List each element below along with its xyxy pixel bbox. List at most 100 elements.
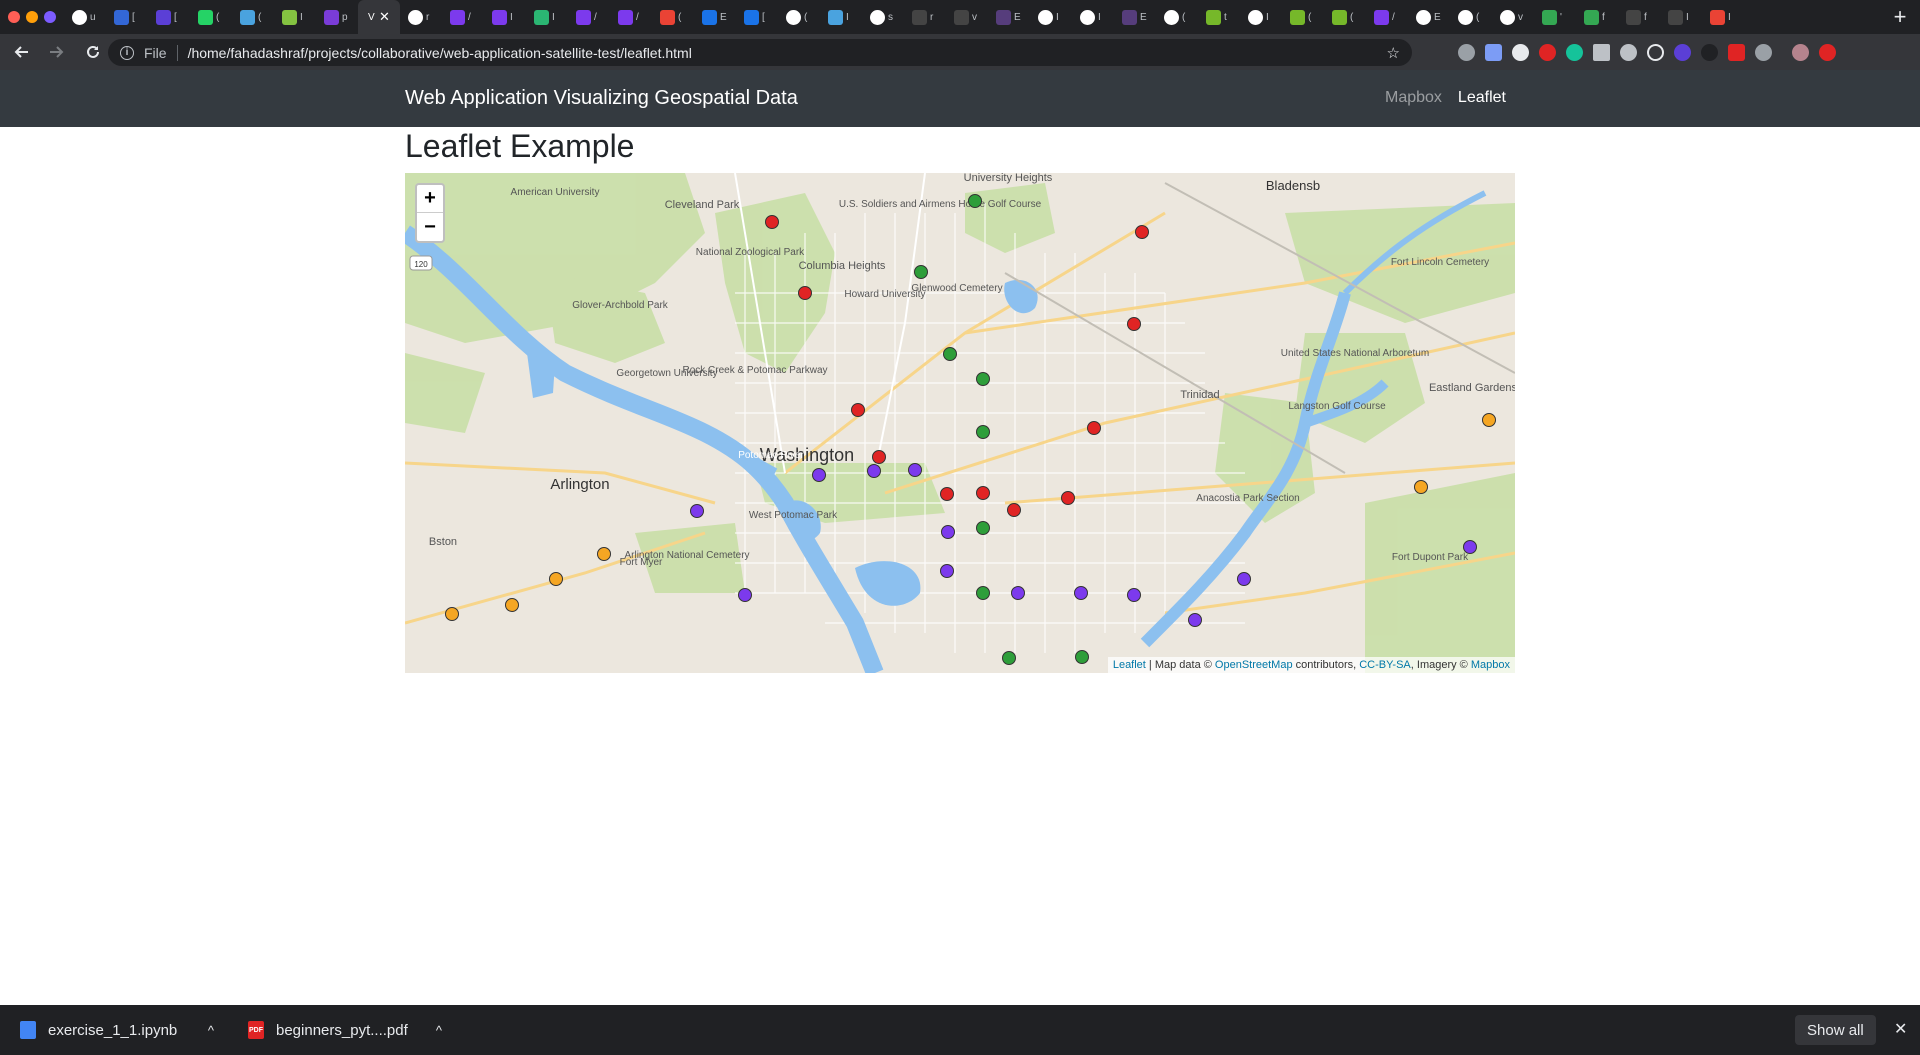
site-brand[interactable]: Web Application Visualizing Geospatial D… [405, 87, 798, 110]
map-marker[interactable] [1087, 421, 1101, 435]
avatar[interactable] [1792, 43, 1809, 61]
browser-tab[interactable]: E [988, 0, 1030, 34]
map-marker[interactable] [1061, 491, 1075, 505]
browser-tab[interactable]: ( [232, 0, 274, 34]
browser-tab[interactable]: ( [1450, 0, 1492, 34]
map-marker[interactable] [941, 525, 955, 539]
browser-tab[interactable]: I [526, 0, 568, 34]
map-marker[interactable] [812, 468, 826, 482]
browser-tab[interactable]: [ [106, 0, 148, 34]
browser-tab[interactable]: ( [1282, 0, 1324, 34]
browser-tab[interactable]: E [1408, 0, 1450, 34]
mapbox-link[interactable]: Mapbox [1471, 659, 1510, 671]
map-marker[interactable] [940, 487, 954, 501]
map-marker[interactable] [1127, 317, 1141, 331]
map-marker[interactable] [445, 607, 459, 621]
map-marker[interactable] [1463, 540, 1477, 554]
map-marker[interactable] [1127, 588, 1141, 602]
map-marker[interactable] [597, 547, 611, 561]
browser-tab[interactable]: u [64, 0, 106, 34]
map-marker[interactable] [1002, 651, 1016, 665]
browser-tab[interactable]: p [316, 0, 358, 34]
map-marker[interactable] [1414, 480, 1428, 494]
browser-tab[interactable]: I [1660, 0, 1702, 34]
pen-extension-icon[interactable] [1485, 43, 1502, 61]
browser-tab[interactable]: / [568, 0, 610, 34]
red-extension-icon[interactable] [1728, 43, 1745, 61]
map-marker[interactable] [798, 286, 812, 300]
close-icon[interactable]: ✕ [1894, 1019, 1907, 1039]
browser-tab[interactable]: E [694, 0, 736, 34]
map-marker[interactable] [1075, 650, 1089, 664]
browser-tab[interactable]: / [1366, 0, 1408, 34]
grammarly-extension-icon[interactable] [1566, 43, 1583, 61]
map-marker[interactable] [1482, 413, 1496, 427]
browser-tab[interactable]: V ✕ [358, 0, 400, 34]
browser-tab[interactable]: ' [1534, 0, 1576, 34]
browser-tab[interactable]: [ [736, 0, 778, 34]
download-item[interactable]: PDF beginners_pyt....pdf ^ [228, 1005, 456, 1055]
browser-tab[interactable]: r [904, 0, 946, 34]
map-marker[interactable] [872, 450, 886, 464]
map-marker[interactable] [976, 372, 990, 386]
browser-tab[interactable]: / [610, 0, 652, 34]
browser-tab[interactable]: f [1576, 0, 1618, 34]
cube-extension-icon[interactable] [1593, 43, 1610, 61]
leaflet-link[interactable]: Leaflet [1113, 659, 1146, 671]
browser-tab[interactable]: s [862, 0, 904, 34]
info-icon[interactable]: i [120, 45, 134, 60]
osm-link[interactable]: OpenStreetMap [1215, 659, 1293, 671]
map-marker[interactable] [738, 588, 752, 602]
close-window-dot[interactable] [8, 11, 20, 23]
download-item[interactable]: exercise_1_1.ipynb ^ [0, 1005, 228, 1055]
map-marker[interactable] [943, 347, 957, 361]
minimize-window-dot[interactable] [26, 11, 38, 23]
forward-button[interactable] [42, 37, 72, 67]
map-marker[interactable] [914, 265, 928, 279]
map-marker[interactable] [1135, 225, 1149, 239]
chevron-up-icon[interactable]: ^ [436, 1023, 442, 1038]
nav-link-mapbox[interactable]: Mapbox [1385, 89, 1442, 107]
browser-tab[interactable]: I [274, 0, 316, 34]
map-marker[interactable] [1237, 572, 1251, 586]
browser-tab[interactable]: f [1618, 0, 1660, 34]
map-marker[interactable] [867, 464, 881, 478]
browser-tab[interactable]: [ [148, 0, 190, 34]
puzzle-extension-icon[interactable] [1755, 43, 1772, 61]
map-marker[interactable] [1188, 613, 1202, 627]
map-marker[interactable] [940, 564, 954, 578]
browser-tab[interactable]: I [1030, 0, 1072, 34]
map-marker[interactable] [690, 504, 704, 518]
browser-tab[interactable]: I [820, 0, 862, 34]
zoom-in-button[interactable]: + [417, 185, 443, 213]
browser-tab[interactable]: ( [778, 0, 820, 34]
react-extension-icon[interactable] [1620, 43, 1637, 61]
clock-extension-icon[interactable] [1512, 43, 1529, 61]
map-marker[interactable] [976, 586, 990, 600]
browser-tab[interactable]: I [1240, 0, 1282, 34]
map-marker[interactable] [1011, 586, 1025, 600]
target-extension-icon[interactable] [1647, 43, 1664, 61]
nav-link-leaflet[interactable]: Leaflet [1458, 89, 1506, 107]
dark-extension-icon[interactable] [1701, 43, 1718, 61]
ccbysa-link[interactable]: CC-BY-SA [1359, 659, 1411, 671]
map-tiles[interactable]: WashingtonArlingtonBladensbAmerican Univ… [405, 173, 1515, 673]
map-marker[interactable] [976, 425, 990, 439]
url-text[interactable]: /home/fahadashraf/projects/collaborative… [188, 45, 692, 61]
browser-tab[interactable]: ( [652, 0, 694, 34]
fedora-extension-icon[interactable] [1674, 43, 1691, 61]
adblock-extension-icon[interactable] [1539, 43, 1556, 61]
browser-tab[interactable]: E [1114, 0, 1156, 34]
bookmark-star-icon[interactable]: ☆ [1387, 44, 1400, 62]
browser-tab[interactable]: v [946, 0, 988, 34]
browser-tab[interactable]: I [1072, 0, 1114, 34]
new-tab-button[interactable]: + [1880, 0, 1920, 34]
leaflet-map[interactable]: Washington Arlington Bladensb American Univ… [405, 173, 1515, 673]
back-button[interactable] [6, 37, 36, 67]
browser-tab[interactable]: ( [1324, 0, 1366, 34]
browser-tab[interactable]: ( [1156, 0, 1198, 34]
map-marker[interactable] [976, 486, 990, 500]
browser-tab[interactable]: I [1702, 0, 1744, 34]
browser-tab[interactable]: r [400, 0, 442, 34]
address-bar[interactable]: i File /home/fahadashraf/projects/collab… [108, 39, 1412, 66]
